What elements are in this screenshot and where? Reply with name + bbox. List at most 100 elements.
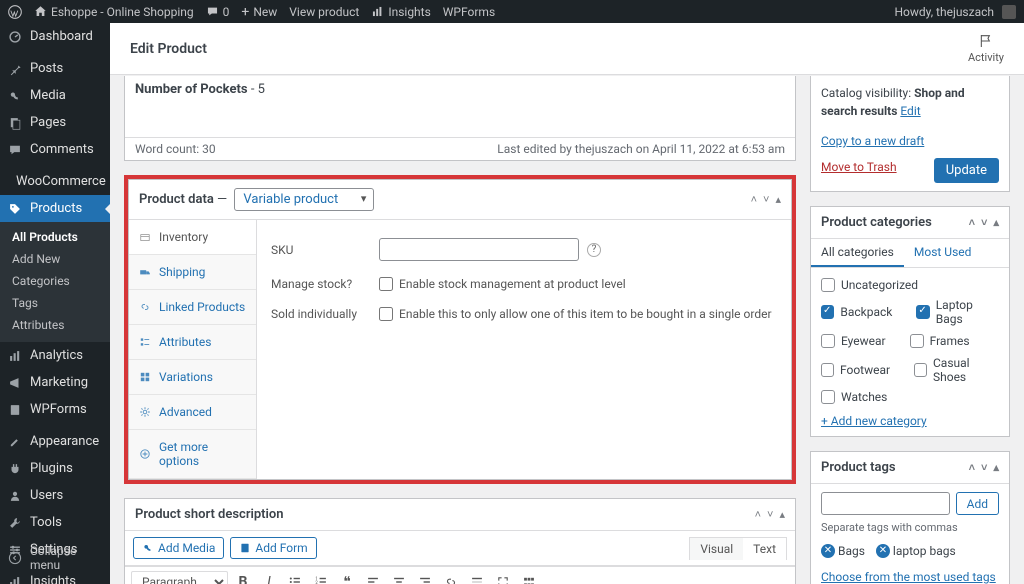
- italic-button[interactable]: I: [258, 571, 280, 584]
- submenu-attributes[interactable]: Attributes: [0, 314, 110, 336]
- cat-uncategorized-checkbox[interactable]: [821, 278, 835, 292]
- menu-marketing[interactable]: Marketing: [0, 369, 110, 396]
- insert-more-button[interactable]: [466, 571, 488, 584]
- cat-footwear-checkbox[interactable]: [821, 363, 834, 377]
- submenu-add-new[interactable]: Add New: [0, 248, 110, 270]
- menu-tools[interactable]: Tools: [0, 509, 110, 536]
- move-down-icon[interactable]: ˅: [767, 508, 773, 521]
- collapse-menu[interactable]: Collapse menu: [0, 538, 110, 578]
- update-button[interactable]: Update: [934, 158, 999, 183]
- bullet-list-button[interactable]: [284, 571, 306, 584]
- add-form-button[interactable]: Add Form: [230, 537, 316, 559]
- cat-tab-all[interactable]: All categories: [811, 239, 904, 267]
- align-left-button[interactable]: [362, 571, 384, 584]
- submenu-categories[interactable]: Categories: [0, 270, 110, 292]
- cat-watches-checkbox[interactable]: [821, 390, 835, 404]
- tab-shipping[interactable]: Shipping: [129, 255, 256, 290]
- wp-logo-link[interactable]: [8, 5, 22, 19]
- comments-link[interactable]: 0: [206, 5, 230, 19]
- tab-linked[interactable]: Linked Products: [129, 290, 256, 325]
- add-category-link[interactable]: + Add new category: [821, 414, 927, 428]
- move-up-icon[interactable]: ˄: [969, 216, 975, 229]
- move-down-icon[interactable]: ˅: [981, 216, 987, 229]
- site-link[interactable]: Eshoppe - Online Shopping: [34, 5, 194, 19]
- move-down-icon[interactable]: ˅: [763, 193, 769, 206]
- variations-icon: [139, 371, 151, 383]
- move-up-icon[interactable]: ˄: [755, 508, 761, 521]
- cat-eyewear-checkbox[interactable]: [821, 334, 835, 348]
- wpforms-link[interactable]: WPForms: [443, 5, 495, 19]
- menu-woocommerce[interactable]: WooCommerce: [0, 168, 110, 195]
- copy-draft-link[interactable]: Copy to a new draft: [821, 134, 924, 148]
- flag-icon: [978, 33, 994, 49]
- remove-tag-laptop-bags[interactable]: ✕: [876, 544, 890, 558]
- cat-laptop-bags-checkbox[interactable]: [916, 305, 929, 319]
- sold-individually-checkbox[interactable]: [379, 307, 393, 321]
- cat-casual-shoes-checkbox[interactable]: [914, 363, 927, 377]
- move-up-icon[interactable]: ˄: [969, 461, 975, 474]
- link-button[interactable]: [440, 571, 462, 584]
- cat-tab-most-used[interactable]: Most Used: [904, 239, 982, 267]
- tab-attributes[interactable]: Attributes: [129, 325, 256, 360]
- menu-dashboard[interactable]: Dashboard: [0, 23, 110, 50]
- product-data-tabs: Inventory Shipping Linked Products Attri…: [129, 220, 257, 479]
- new-link[interactable]: +New: [241, 4, 277, 20]
- remove-tag-bags[interactable]: ✕: [821, 544, 835, 558]
- product-data-highlight: Product data — Variable product ˄ ˅ ▴ In…: [124, 175, 796, 484]
- bold-button[interactable]: B: [232, 571, 254, 584]
- menu-analytics[interactable]: Analytics: [0, 342, 110, 369]
- media-icon: [8, 89, 22, 103]
- product-type-select[interactable]: Variable product: [234, 188, 374, 211]
- move-down-icon[interactable]: ˅: [981, 461, 987, 474]
- sku-input[interactable]: [379, 238, 579, 261]
- toggle-icon[interactable]: ▴: [779, 508, 785, 521]
- quote-button[interactable]: ❝: [336, 571, 358, 584]
- choose-tags-link[interactable]: Choose from the most used tags: [821, 570, 996, 584]
- align-center-button[interactable]: [388, 571, 410, 584]
- insights-link[interactable]: Insights: [371, 5, 430, 19]
- visual-tab[interactable]: Visual: [690, 538, 743, 560]
- tab-more-options[interactable]: Get more options: [129, 430, 256, 479]
- add-media-button[interactable]: Add Media: [133, 537, 224, 559]
- help-icon[interactable]: ?: [587, 243, 601, 257]
- tags-title: Product tags: [821, 460, 896, 475]
- manage-stock-checkbox[interactable]: [379, 277, 393, 291]
- menu-media[interactable]: Media: [0, 82, 110, 109]
- publish-box: Catalog visibility: Shop and search resu…: [810, 76, 1010, 192]
- toggle-icon[interactable]: ▴: [993, 461, 999, 474]
- format-select[interactable]: Paragraph: [131, 571, 228, 584]
- menu-products[interactable]: Products: [0, 195, 110, 222]
- toggle-icon[interactable]: ▴: [993, 216, 999, 229]
- tab-variations[interactable]: Variations: [129, 360, 256, 395]
- menu-wpforms[interactable]: WPForms: [0, 396, 110, 423]
- tag-input[interactable]: [821, 492, 950, 515]
- cat-frames-checkbox[interactable]: [910, 334, 924, 348]
- activity-button[interactable]: Activity: [968, 33, 1004, 64]
- toggle-icon[interactable]: ▴: [775, 193, 781, 206]
- number-list-button[interactable]: 12: [310, 571, 332, 584]
- short-desc-title: Product short description: [135, 507, 284, 522]
- howdy-link[interactable]: Howdy, thejuszach: [894, 5, 1016, 19]
- menu-pages[interactable]: Pages: [0, 109, 110, 136]
- tab-advanced[interactable]: Advanced: [129, 395, 256, 430]
- submenu-tags[interactable]: Tags: [0, 292, 110, 314]
- toolbar-toggle-button[interactable]: [518, 571, 540, 584]
- tab-inventory[interactable]: Inventory: [129, 220, 256, 255]
- text-tab[interactable]: Text: [743, 538, 786, 560]
- fullscreen-button[interactable]: [492, 571, 514, 584]
- align-right-button[interactable]: [414, 571, 436, 584]
- submenu-all-products[interactable]: All Products: [0, 226, 110, 248]
- catalog-vis-edit[interactable]: Edit: [900, 104, 920, 118]
- manage-stock-label: Manage stock?: [271, 277, 379, 291]
- move-to-trash[interactable]: Move to Trash: [821, 160, 897, 174]
- wpforms-icon: [8, 403, 22, 417]
- menu-appearance[interactable]: Appearance: [0, 428, 110, 455]
- menu-comments[interactable]: Comments: [0, 136, 110, 163]
- cat-backpack-checkbox[interactable]: [821, 305, 834, 319]
- menu-users[interactable]: Users: [0, 482, 110, 509]
- add-tag-button[interactable]: Add: [956, 492, 999, 515]
- menu-plugins[interactable]: Plugins: [0, 455, 110, 482]
- menu-posts[interactable]: Posts: [0, 55, 110, 82]
- view-product-link[interactable]: View product: [289, 5, 359, 19]
- move-up-icon[interactable]: ˄: [751, 193, 757, 206]
